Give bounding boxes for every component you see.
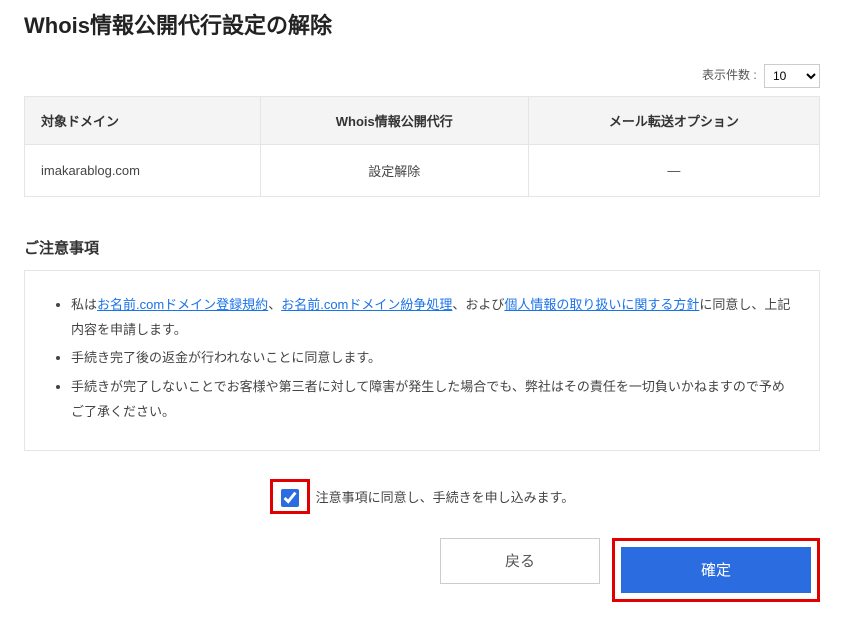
link-privacy-policy[interactable]: 個人情報の取り扱いに関する方針 <box>504 297 699 312</box>
consent-label: 注意事項に同意し、手続きを申し込みます。 <box>316 490 575 505</box>
back-button[interactable]: 戻る <box>440 538 600 584</box>
col-domain: 対象ドメイン <box>25 97 261 145</box>
table-header-row: 対象ドメイン Whois情報公開代行 メール転送オプション <box>25 97 820 145</box>
notice-item-2: 手続き完了後の返金が行われないことに同意します。 <box>71 346 793 371</box>
cell-mail-forward: — <box>528 145 819 197</box>
notice-item-1: 私はお名前.comドメイン登録規約、お名前.comドメイン紛争処理、および個人情… <box>71 293 793 342</box>
cell-domain: imakarablog.com <box>25 145 261 197</box>
display-count-label: 表示件数 : <box>702 68 757 82</box>
page-title: Whois情報公開代行設定の解除 <box>24 8 820 40</box>
col-mail-forward: メール転送オプション <box>528 97 819 145</box>
col-whois: Whois情報公開代行 <box>260 97 528 145</box>
link-registration-terms[interactable]: お名前.comドメイン登録規約 <box>97 297 268 312</box>
consent-checkbox[interactable] <box>281 489 299 507</box>
domain-table: 対象ドメイン Whois情報公開代行 メール転送オプション imakarablo… <box>24 96 820 197</box>
link-dispute-policy[interactable]: お名前.comドメイン紛争処理 <box>281 297 452 312</box>
consent-row: 注意事項に同意し、手続きを申し込みます。 <box>24 479 820 513</box>
display-count-row: 表示件数 : 10 <box>24 64 820 88</box>
confirm-button[interactable]: 確定 <box>621 547 811 593</box>
confirm-highlight: 確定 <box>612 538 820 602</box>
notice-item-3: 手続きが完了しないことでお客様や第三者に対して障害が発生した場合でも、弊社はその… <box>71 375 793 424</box>
button-row: 戻る 確定 <box>24 538 820 602</box>
notice-box: 私はお名前.comドメイン登録規約、お名前.comドメイン紛争処理、および個人情… <box>24 270 820 451</box>
cell-whois: 設定解除 <box>260 145 528 197</box>
checkbox-highlight <box>270 479 310 513</box>
display-count-select[interactable]: 10 <box>764 64 820 88</box>
table-row: imakarablog.com 設定解除 — <box>25 145 820 197</box>
notice-heading: ご注意事項 <box>24 237 820 258</box>
